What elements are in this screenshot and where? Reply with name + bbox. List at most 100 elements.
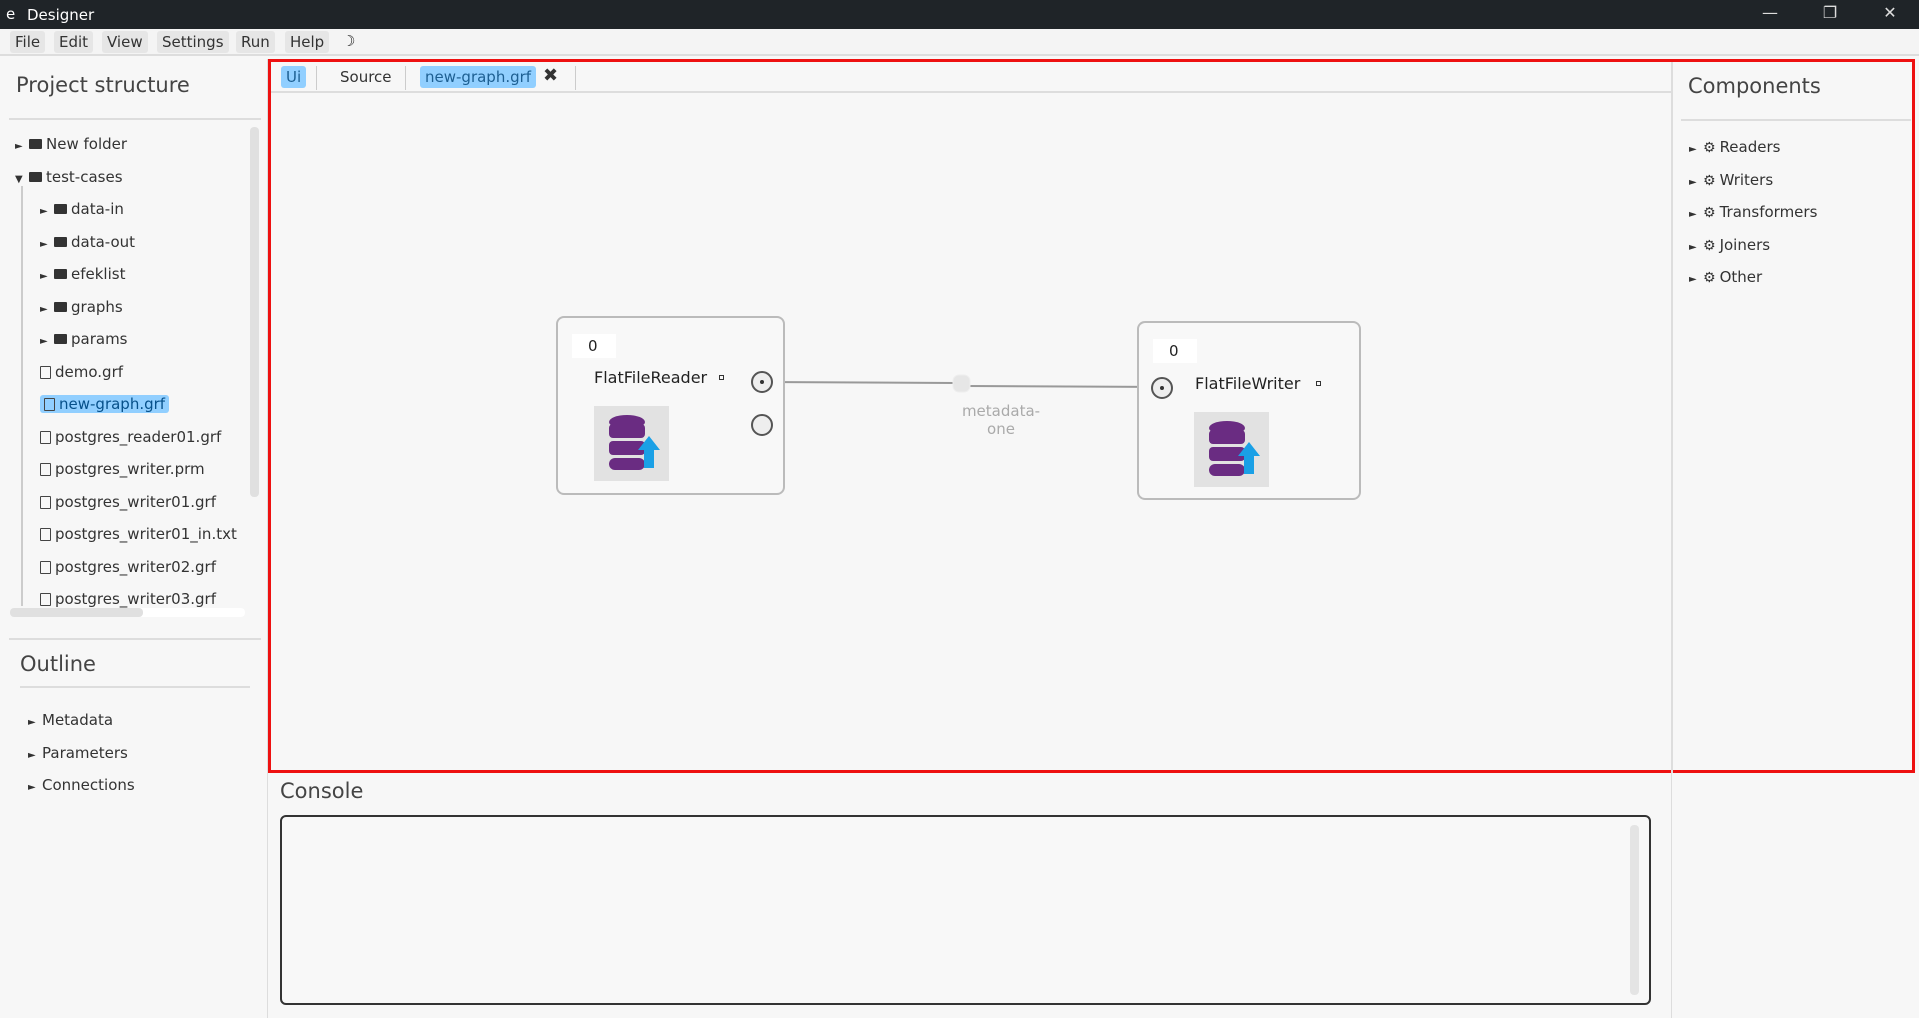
folder-icon [54,334,67,344]
folder-icon [54,204,67,214]
component-category-label: Joiners [1719,235,1771,254]
tree-item[interactable]: demo.grf [40,357,123,387]
tree-item[interactable]: postgres_writer02.grf [40,552,216,582]
menu-run[interactable]: Run [236,31,275,53]
outline-label: Metadata [42,711,114,729]
menu-help[interactable]: Help [285,31,330,53]
outline-item-parameters[interactable]: ► Parameters [28,738,128,768]
panel-divider [1671,62,1673,773]
tree-item-label: data-in [71,200,124,218]
edge-line[interactable] [966,385,1161,388]
component-category-joiners[interactable]: ► ⚙ Joiners [1689,230,1770,260]
divider [20,686,250,688]
window-title: Designer [27,6,95,24]
edge-label: metadata-one [961,402,1041,438]
tree-item[interactable]: postgres_writer01.grf [40,487,216,517]
chevron-right-icon[interactable]: ► [40,327,54,357]
chevron-right-icon[interactable]: ► [40,295,54,325]
database-reader-icon [594,406,669,481]
selected-item: new-graph.grf [40,395,170,413]
node-status-indicator [1316,381,1321,386]
tree-item[interactable]: ► params [40,324,128,354]
console-title: Console [280,779,364,803]
file-entry: postgres_writer01_in.txt [40,525,237,543]
chevron-right-icon[interactable]: ► [1689,265,1703,295]
output-port[interactable] [751,371,773,393]
tree-vertical-scrollbar[interactable] [250,127,259,497]
menu-edit[interactable]: Edit [54,31,94,53]
tree-guide-line [21,186,23,606]
node-name: FlatFileWriter [1195,374,1301,393]
input-port[interactable] [1151,377,1173,399]
node-flatfilewriter[interactable]: 0 FlatFileWriter [1137,321,1361,500]
file-icon [40,593,51,606]
chevron-right-icon[interactable]: ► [1689,233,1703,263]
tree-item[interactable]: new-graph.grf [40,389,170,419]
component-category-other[interactable]: ► ⚙ Other [1689,262,1762,292]
tree-item[interactable]: ▼ test-cases [15,162,123,192]
tree-item[interactable]: ► New folder [15,129,127,159]
tree-item[interactable]: postgres_reader01.grf [40,422,221,452]
edge-line[interactable] [761,381,956,384]
folder-icon [29,171,42,182]
tree-item[interactable]: postgres_writer.prm [40,454,205,484]
gear-icon: ⚙ [1703,237,1716,254]
component-category-label: Transformers [1719,203,1818,221]
file-icon [40,430,51,444]
console-scrollbar[interactable] [1630,825,1639,995]
file-icon [40,365,51,379]
folder-icon [29,139,42,149]
moon-icon[interactable]: ☽ [342,32,355,50]
tree-item-label: postgres_writer03.grf [55,590,217,608]
tree-item[interactable]: ► data-in [40,194,124,224]
node-flatfilereader[interactable]: 0 FlatFileReader [556,316,785,495]
title-bar: e Designer — ❐ ✕ [0,0,1919,29]
close-window-button[interactable]: ✕ [1870,3,1910,22]
file-icon [40,495,51,509]
tree-item-label: graphs [71,297,123,316]
chevron-right-icon[interactable]: ► [1689,200,1703,230]
tree-item-label: postgres_writer01_in.txt [55,525,237,543]
node-status-indicator [719,375,724,380]
component-category-label: Readers [1719,138,1781,156]
component-category-label: Writers [1719,170,1774,189]
tree-item-label: postgres_writer.prm [55,460,205,478]
minimize-button[interactable]: — [1750,3,1790,22]
folder-icon [54,301,67,312]
chevron-right-icon[interactable]: ► [1689,168,1703,198]
chevron-right-icon[interactable]: ► [40,197,54,227]
tree-item[interactable]: ► data-out [40,227,135,257]
file-entry: postgres_writer03.grf [40,590,216,608]
menu-file[interactable]: File [10,31,46,53]
tree-item-label: postgres_reader01.grf [55,427,222,446]
component-category-writers[interactable]: ► ⚙ Writers [1689,165,1773,195]
menu-settings[interactable]: Settings [157,31,229,53]
menu-view[interactable]: View [102,31,148,53]
tree-item[interactable]: ► graphs [40,292,123,322]
edge-midpoint-handle[interactable] [952,374,971,393]
component-category-readers[interactable]: ► ⚙ Readers [1689,132,1780,162]
restore-button[interactable]: ❐ [1810,3,1850,22]
tree-item[interactable]: postgres_writer01_in.txt [40,519,237,549]
components-title: Components [1688,74,1821,98]
outline-item-metadata[interactable]: ► Metadata [28,705,113,735]
tree-item[interactable]: ► efeklist [40,259,125,289]
tree-horizontal-scrollbar[interactable] [10,608,143,617]
file-icon [40,463,51,476]
gear-icon: ⚙ [1703,270,1716,286]
component-category-transformers[interactable]: ► ⚙ Transformers [1689,197,1817,227]
outline-label: Parameters [42,744,128,762]
console-output[interactable] [280,815,1651,1005]
file-entry: postgres_writer02.grf [40,558,216,576]
node-counter: 0 [1153,339,1197,363]
file-entry: postgres_writer.prm [40,460,205,478]
output-port-empty[interactable] [751,414,773,436]
file-icon [44,398,55,411]
file-icon [40,560,51,574]
chevron-right-icon[interactable]: ► [15,132,29,162]
chevron-right-icon[interactable]: ► [40,262,54,292]
chevron-right-icon[interactable]: ► [40,230,54,260]
node-name: FlatFileReader [594,368,708,387]
outline-item-connections[interactable]: ► Connections [28,770,135,800]
chevron-right-icon[interactable]: ► [1689,135,1703,165]
